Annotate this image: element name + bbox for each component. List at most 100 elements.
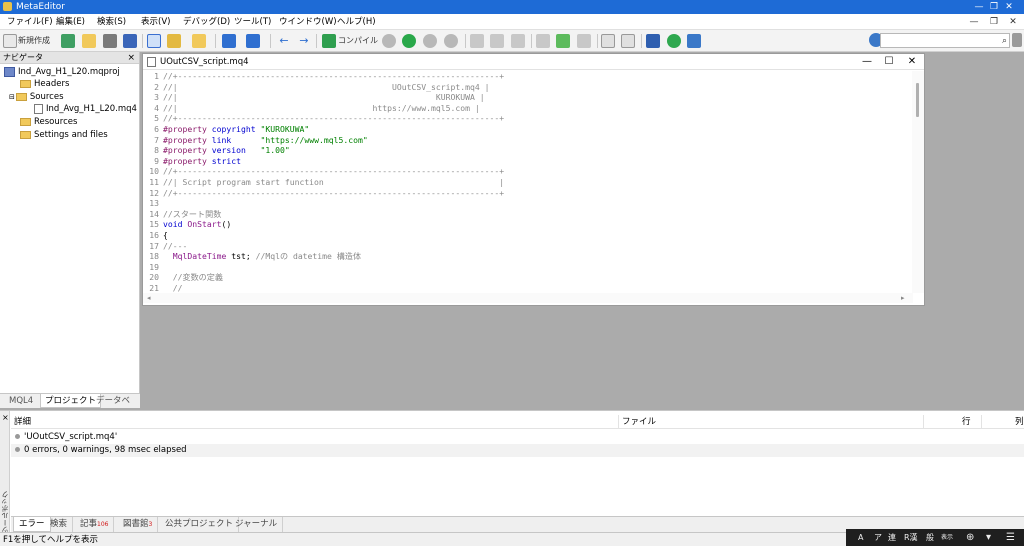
copy-document-icon[interactable] bbox=[601, 34, 615, 48]
code-line[interactable]: 3 //| KUROKUWA | bbox=[143, 92, 484, 103]
run-to-icon[interactable] bbox=[556, 34, 570, 48]
search-input[interactable]: ⌕ bbox=[880, 33, 1010, 48]
toolbox-close-button[interactable]: × bbox=[2, 413, 9, 422]
tree-project[interactable]: Ind_Avg_H1_L20.mqproj bbox=[4, 66, 120, 78]
code-area[interactable]: 1 //+------------------------------------… bbox=[143, 71, 913, 293]
ime-small[interactable]: 表示 bbox=[941, 529, 953, 546]
step-over-icon[interactable] bbox=[490, 34, 504, 48]
debug-start-icon[interactable] bbox=[382, 34, 396, 48]
document-search-icon[interactable] bbox=[621, 34, 635, 48]
search-icon[interactable]: ⌕ bbox=[1002, 35, 1007, 47]
code-line[interactable]: 20 //変数の定義 bbox=[143, 272, 223, 283]
tab-journal[interactable]: ジャーナル bbox=[230, 517, 284, 532]
tab-public-projects[interactable]: 公共プロジェクト bbox=[160, 517, 240, 532]
code-line[interactable]: 2 //| UOutCSV_script.mq4 | bbox=[143, 82, 489, 93]
code-line[interactable]: 9 #property strict bbox=[143, 156, 241, 167]
ime-tool-icon[interactable]: ▾ bbox=[986, 529, 991, 546]
step-into-icon[interactable] bbox=[470, 34, 484, 48]
vertical-scrollbar[interactable] bbox=[912, 71, 924, 293]
code-line[interactable]: 5 //+------------------------------------… bbox=[143, 113, 504, 124]
save-icon[interactable] bbox=[103, 34, 117, 48]
horizontal-scrollbar[interactable]: ◂ ▸ bbox=[143, 293, 913, 303]
code-line[interactable]: 16 { bbox=[143, 230, 168, 241]
mdi-close-button[interactable]: ✕ bbox=[1001, 15, 1024, 29]
breakpoint-clear-icon[interactable] bbox=[577, 34, 591, 48]
save-all-icon[interactable] bbox=[123, 34, 137, 48]
ime-dictionary[interactable]: R漢 bbox=[904, 529, 918, 546]
forward-arrow-icon[interactable]: → bbox=[298, 33, 310, 49]
close-button[interactable]: ✕ bbox=[994, 0, 1024, 14]
menu-window[interactable]: ウインドウ(W) bbox=[279, 16, 337, 28]
tab-database[interactable]: データベース bbox=[92, 394, 140, 420]
menu-debug[interactable]: デバッグ(D) bbox=[183, 16, 230, 28]
stop-icon[interactable] bbox=[444, 34, 458, 48]
tab-articles[interactable]: 記事106 bbox=[75, 517, 115, 532]
editor-maximize-button[interactable]: ☐ bbox=[880, 55, 898, 69]
code-line[interactable]: 10 //+-----------------------------------… bbox=[143, 166, 504, 177]
list-item[interactable]: 0 errors, 0 warnings, 98 msec elapsed bbox=[11, 444, 1024, 457]
goto-var-icon[interactable] bbox=[222, 34, 236, 48]
column-line[interactable]: 行 bbox=[923, 415, 971, 429]
insert-resource-icon[interactable] bbox=[192, 34, 206, 48]
tree-source-file[interactable]: Ind_Avg_H1_L20.mq4 bbox=[34, 103, 137, 115]
menu-edit[interactable]: 編集(E) bbox=[56, 16, 85, 28]
goto-function-icon[interactable] bbox=[246, 34, 260, 48]
ime-conversion[interactable]: 連 bbox=[888, 529, 896, 546]
ime-mode[interactable]: A bbox=[858, 529, 863, 546]
code-line[interactable]: 11 //| Script program start function | bbox=[143, 177, 504, 188]
navigator-toggle-icon[interactable] bbox=[147, 34, 161, 48]
edit-pen-icon[interactable] bbox=[646, 34, 660, 48]
pause-icon[interactable] bbox=[423, 34, 437, 48]
scroll-thumb[interactable] bbox=[916, 83, 919, 117]
code-line[interactable]: 18 MqlDateTime tst; //Mqlの datetime 構造体 bbox=[143, 251, 361, 262]
scroll-right-icon[interactable]: ▸ bbox=[901, 293, 905, 303]
code-line[interactable]: 14 //スタート関数 bbox=[143, 209, 221, 220]
back-arrow-icon[interactable]: ← bbox=[278, 33, 290, 49]
menu-tools[interactable]: ツール(T) bbox=[234, 16, 271, 28]
tree-resources[interactable]: Resources bbox=[20, 116, 77, 128]
code-line[interactable]: 21 // bbox=[143, 283, 182, 294]
tree-sources[interactable]: ⊟ Sources bbox=[9, 91, 64, 103]
tab-search[interactable]: 検索 bbox=[45, 517, 74, 532]
ime-menu-icon[interactable]: ☰ bbox=[1006, 529, 1015, 546]
code-line[interactable]: 19 bbox=[143, 262, 163, 273]
code-line[interactable]: 8 #property version "1.00" bbox=[143, 145, 290, 156]
collapse-icon[interactable]: ⊟ bbox=[9, 93, 15, 101]
column-detail[interactable]: 詳細 bbox=[11, 415, 31, 429]
new-button[interactable]: 新規作成 bbox=[18, 33, 50, 49]
tab-mql4[interactable]: MQL4 bbox=[5, 394, 37, 408]
code-line[interactable]: 15 void OnStart() bbox=[143, 219, 231, 230]
navigator-close-button[interactable]: × bbox=[127, 52, 135, 64]
menu-file[interactable]: ファイル(F) bbox=[7, 16, 53, 28]
tree-settings[interactable]: Settings and files bbox=[20, 129, 108, 141]
scroll-left-icon[interactable]: ◂ bbox=[147, 293, 151, 303]
column-file[interactable]: ファイル bbox=[618, 415, 656, 429]
code-line[interactable]: 4 //| https://www.mql5.com | bbox=[143, 103, 480, 114]
code-line[interactable]: 6 #property copyright "KUROKUWA" bbox=[143, 124, 309, 135]
column-col[interactable]: 列 bbox=[981, 415, 1024, 429]
terminal-icon[interactable] bbox=[687, 34, 701, 48]
code-line[interactable]: 1 //+------------------------------------… bbox=[143, 71, 504, 82]
menu-help[interactable]: ヘルプ(H) bbox=[337, 16, 376, 28]
step-out-icon[interactable] bbox=[511, 34, 525, 48]
breakpoint-next-icon[interactable] bbox=[536, 34, 550, 48]
tree-headers[interactable]: Headers bbox=[20, 78, 69, 90]
ime-pad-icon[interactable]: ⊕ bbox=[966, 529, 974, 546]
tab-codebase[interactable]: 図書館3 bbox=[118, 517, 159, 532]
editor-minimize-button[interactable]: — bbox=[858, 55, 876, 69]
compile-button[interactable]: コンパイル bbox=[338, 33, 378, 49]
code-line[interactable]: 7 #property link "https://www.mql5.com" bbox=[143, 135, 368, 146]
code-line[interactable]: 13 bbox=[143, 198, 163, 209]
editor-close-button[interactable]: ✕ bbox=[903, 55, 921, 69]
community-icon[interactable] bbox=[667, 34, 681, 48]
code-line[interactable]: 12 //+-----------------------------------… bbox=[143, 188, 504, 199]
menu-search[interactable]: 検索(S) bbox=[97, 16, 126, 28]
code-line[interactable]: 17 //--- bbox=[143, 241, 187, 252]
play-icon[interactable] bbox=[402, 34, 416, 48]
toolbox-toggle-icon[interactable] bbox=[167, 34, 181, 48]
new-project-icon[interactable] bbox=[61, 34, 75, 48]
ime-general[interactable]: 般 bbox=[926, 529, 934, 546]
menu-view[interactable]: 表示(V) bbox=[141, 16, 170, 28]
open-folder-icon[interactable] bbox=[82, 34, 96, 48]
ime-kana[interactable]: ア bbox=[874, 529, 882, 546]
